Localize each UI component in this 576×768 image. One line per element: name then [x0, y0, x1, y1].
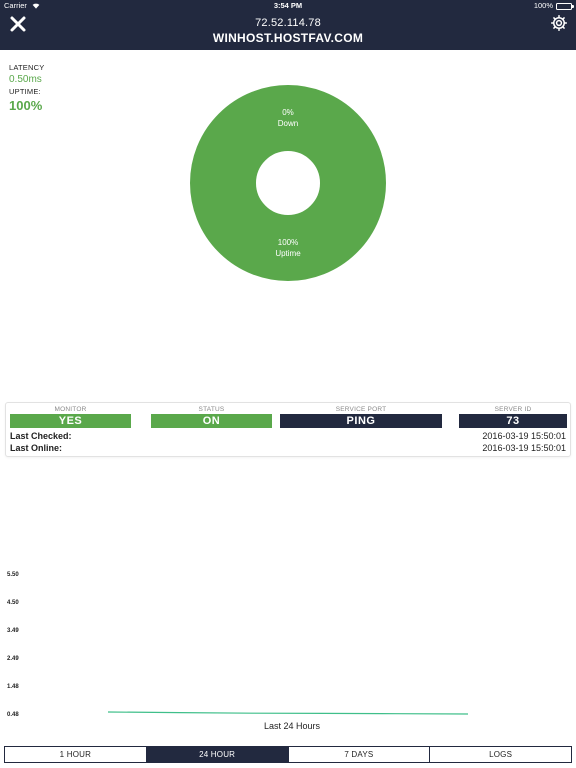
uptime-donut: 0% Down 100% Uptime — [190, 85, 386, 281]
status-value: ON — [151, 414, 272, 428]
y-tick-label: 4.50 — [7, 600, 19, 606]
y-tick-label: 2.49 — [7, 656, 19, 662]
stats-panel: LATENCY 0.50ms UPTIME: 100% — [9, 63, 44, 115]
gear-icon — [551, 15, 567, 31]
app-root: Carrier 3:54 PM 100% 72.52.114.78 WINHOS… — [0, 0, 576, 768]
uptime-label: UPTIME: — [9, 87, 41, 96]
down-text: Down — [277, 119, 299, 128]
port-label: SERVICE PORT — [335, 406, 387, 413]
status-battery: 100% — [533, 0, 574, 12]
y-tick-label: 5.50 — [7, 572, 19, 578]
port-column: SERVICE PORT PING — [280, 406, 442, 428]
host-name: WINHOST.HOSTFAV.COM — [212, 31, 364, 45]
last-checked-label: Last Checked: — [10, 431, 72, 441]
header-bar: Carrier 3:54 PM 100% 72.52.114.78 WINHOS… — [0, 0, 576, 50]
status-label: STATUS — [198, 406, 225, 413]
down-percent: 0% — [282, 108, 294, 117]
port-value: PING — [280, 414, 442, 428]
tab-logs[interactable]: LOGS — [430, 747, 571, 762]
uptime-value: 100% — [9, 98, 43, 113]
latency-label: LATENCY — [9, 63, 45, 72]
status-column: STATUS ON — [151, 406, 272, 428]
host-ip: 72.52.114.78 — [255, 17, 321, 29]
last-online-row: Last Online: 2016-03-19 15:50:01 — [10, 443, 566, 455]
latency-chart: 5.50 4.50 3.49 2.49 1.48 0.48 Last 24 Hours — [0, 560, 576, 740]
y-tick-label: 1.48 — [7, 684, 19, 690]
y-tick-label: 3.49 — [7, 628, 19, 634]
donut-uptime-slice — [190, 85, 386, 281]
last-online-label: Last Online: — [10, 443, 63, 453]
donut-down-label: 0% Down — [248, 107, 328, 129]
latency-value: 0.50ms — [9, 74, 42, 85]
donut-up-label: 100% Uptime — [248, 237, 328, 259]
server-info-card: MONITOR YES STATUS ON SERVICE PORT PING … — [5, 402, 571, 457]
latency-chart-svg: 5.50 4.50 3.49 2.49 1.48 0.48 Last 24 Hours — [7, 572, 469, 731]
monitor-column: MONITOR YES — [10, 406, 131, 428]
settings-button[interactable] — [550, 14, 568, 32]
status-time: 3:54 PM — [273, 1, 303, 10]
tab-24-hour[interactable]: 24 HOUR — [146, 747, 289, 762]
monitor-value: YES — [10, 414, 131, 428]
y-tick-label: 0.48 — [7, 712, 19, 718]
battery-text: 100% — [533, 1, 553, 10]
tab-1-hour[interactable]: 1 HOUR — [5, 747, 147, 762]
up-text: Uptime — [275, 249, 301, 258]
server-id-label: SERVER ID — [494, 406, 532, 413]
x-axis-label: Last 24 Hours — [264, 721, 321, 731]
last-checked-value: 2016-03-19 15:50:01 — [482, 431, 566, 441]
server-id-value: 73 — [459, 414, 567, 428]
tab-7-days[interactable]: 7 DAYS — [289, 747, 431, 762]
battery-icon — [556, 2, 574, 10]
last-online-value: 2016-03-19 15:50:01 — [482, 443, 566, 453]
monitor-label: MONITOR — [54, 406, 87, 413]
last-checked-row: Last Checked: 2016-03-19 15:50:01 — [10, 431, 566, 443]
latency-series-line — [107, 711, 469, 715]
up-percent: 100% — [277, 238, 299, 247]
server-id-column: SERVER ID 73 — [459, 406, 567, 428]
range-tabs: 1 HOUR 24 HOUR 7 DAYS LOGS — [4, 746, 572, 763]
status-bar: Carrier 3:54 PM 100% — [0, 0, 576, 12]
